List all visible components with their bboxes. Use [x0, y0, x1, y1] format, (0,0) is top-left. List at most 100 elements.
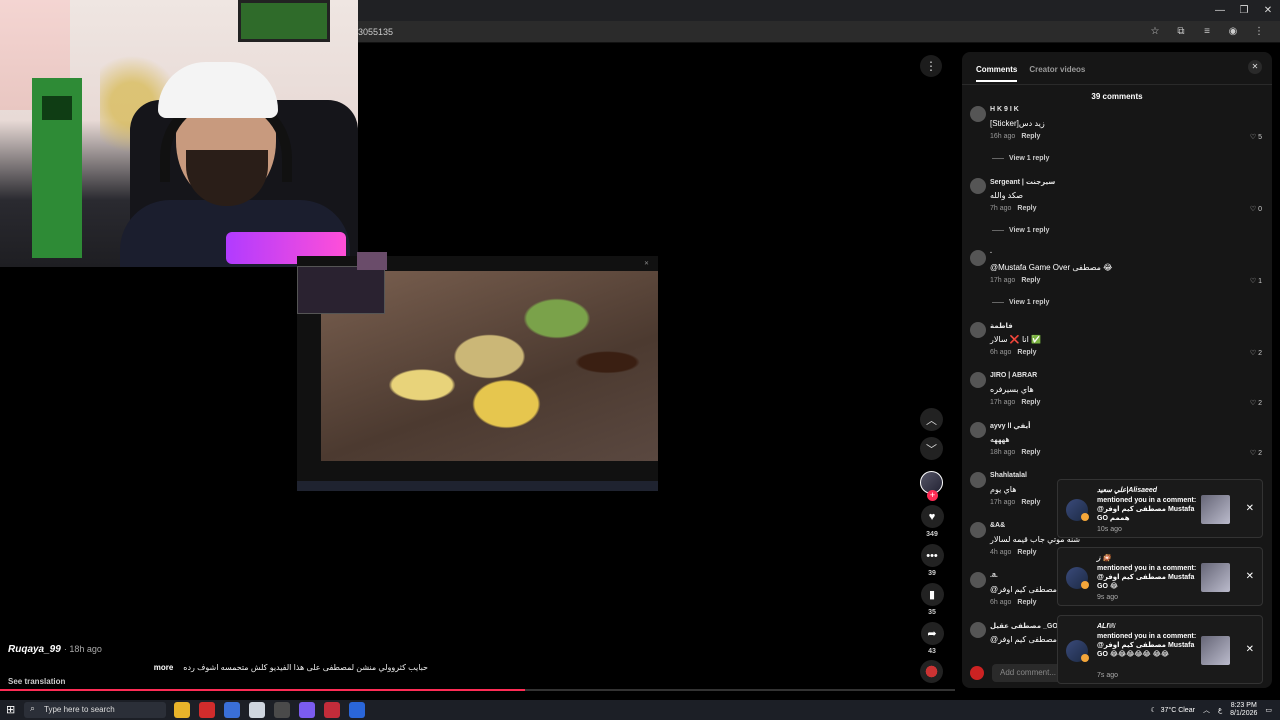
notification-badge-icon: [1081, 653, 1089, 662]
comment-avatar[interactable]: [970, 250, 986, 266]
comments-count-label: 39 comments: [1091, 92, 1143, 101]
view-replies-button[interactable]: View 1 reply: [992, 227, 1049, 234]
reply-button[interactable]: Reply: [1021, 499, 1040, 506]
windows-start-icon[interactable]: ⊞: [6, 703, 20, 717]
comment-avatar[interactable]: [970, 372, 986, 388]
reply-button[interactable]: Reply: [1017, 349, 1036, 356]
mention-notification[interactable]: ALI𝕎 mentioned you in a comment: @مصطفى ك…: [1057, 615, 1263, 684]
reply-button[interactable]: Reply: [1017, 205, 1036, 212]
windows-taskbar: ⊞ ⌕ Type here to search ☾ 37°C Clear ︿ ع…: [0, 700, 1280, 720]
view-replies-button[interactable]: View 1 reply: [992, 299, 1049, 306]
creator-handle[interactable]: Ruqaya_99: [8, 644, 61, 655]
comment-author[interactable]: ayvy ll أيفي: [990, 422, 1031, 430]
comment-avatar[interactable]: [970, 322, 986, 338]
previous-video-button[interactable]: ︿: [920, 408, 943, 431]
like-action[interactable]: ♥ 349: [916, 505, 948, 538]
comment-author[interactable]: مصطفى عقيل _GO: [990, 622, 1058, 630]
music-disc-icon[interactable]: [920, 660, 943, 683]
comment-avatar[interactable]: [970, 472, 986, 488]
close-panel-icon[interactable]: ✕: [1248, 60, 1262, 74]
comment-like-button[interactable]: ♡ 2: [1250, 449, 1262, 457]
video-player[interactable]: ✕: [297, 252, 658, 491]
reply-button[interactable]: Reply: [1017, 599, 1036, 606]
comment-like-count: 1: [1258, 278, 1262, 285]
comment-author[interactable]: &A&: [990, 522, 1005, 529]
comment-author[interactable]: ·: [990, 250, 992, 257]
save-action[interactable]: ▮ 35: [916, 583, 948, 616]
reply-button[interactable]: Reply: [1021, 399, 1040, 406]
mention-notification[interactable]: ز 🎇 mentioned you in a comment: @مصطفى كي…: [1057, 547, 1263, 606]
comment-author[interactable]: فاطمة: [990, 322, 1013, 330]
notification-center-icon[interactable]: ▭: [1265, 706, 1272, 714]
close-window-button[interactable]: ✕: [1256, 0, 1280, 21]
reply-button[interactable]: Reply: [1021, 133, 1040, 140]
more-options-button[interactable]: ⋮: [920, 55, 942, 77]
media-app-icon[interactable]: [324, 702, 340, 718]
weather-widget[interactable]: ☾ 37°C Clear: [1150, 706, 1195, 715]
language-indicator[interactable]: ع: [1218, 706, 1222, 714]
share-action[interactable]: ➦ 43: [916, 622, 948, 655]
mention-notification[interactable]: علي سعيد|Alisaeed mentioned you in a comm…: [1057, 479, 1263, 538]
comment-avatar[interactable]: [970, 572, 986, 588]
comment-author[interactable]: Sergeant | سيرجنت: [990, 178, 1055, 186]
view-replies-button[interactable]: View 1 reply: [992, 155, 1049, 162]
url-text[interactable]: 3055135: [358, 27, 393, 37]
obs-icon[interactable]: [274, 702, 290, 718]
share-arrow-icon[interactable]: ➦: [920, 622, 944, 645]
close-notification-icon[interactable]: ✕: [1246, 571, 1254, 582]
media-icon[interactable]: ≡: [1200, 25, 1214, 39]
notification-badge-icon: [1081, 580, 1089, 589]
bookmark-icon[interactable]: ▮: [920, 583, 944, 606]
chrome-icon[interactable]: [224, 702, 240, 718]
comment-avatar[interactable]: [970, 422, 986, 438]
comment-author[interactable]: .a.: [990, 572, 998, 579]
comment-like-button[interactable]: ♡ 2: [1250, 399, 1262, 407]
comment-like-button[interactable]: ♡ 1: [1250, 277, 1262, 285]
tray-chevron-icon[interactable]: ︿: [1203, 705, 1210, 715]
comment-avatar[interactable]: [970, 522, 986, 538]
comment-like-count: 5: [1258, 134, 1262, 141]
comment-avatar[interactable]: [970, 622, 986, 638]
comment-author[interactable]: H K 9 I K: [990, 106, 1019, 113]
comment-avatar[interactable]: [970, 178, 986, 194]
reply-button[interactable]: Reply: [1021, 277, 1040, 284]
comment-time: 6h ago: [990, 349, 1012, 356]
video-progress-bar[interactable]: [0, 689, 955, 691]
opera-icon[interactable]: [199, 702, 215, 718]
next-video-button[interactable]: ﹀: [920, 437, 943, 460]
clock[interactable]: 8:23 PM 8/1/2026: [1230, 702, 1257, 718]
comment-like-button[interactable]: ♡ 0: [1250, 205, 1262, 213]
taskbar-search-placeholder[interactable]: Type here to search: [44, 705, 115, 714]
tab-creator-videos[interactable]: Creator videos: [1029, 65, 1085, 82]
calculator-icon[interactable]: [249, 702, 265, 718]
reply-button[interactable]: Reply: [1021, 449, 1040, 456]
taskbar-search[interactable]: ⌕ Type here to search: [24, 702, 166, 718]
see-translation-link[interactable]: See translation: [8, 677, 428, 686]
comment-like-button[interactable]: ♡ 2: [1250, 349, 1262, 357]
discord-icon[interactable]: [299, 702, 315, 718]
comment-author[interactable]: JIRO | ABRAR: [990, 372, 1037, 379]
system-tray: ☾ 37°C Clear ︿ ع 8:23 PM 8/1/2026 ▭: [1150, 702, 1272, 718]
menu-icon[interactable]: ⋮: [1252, 25, 1266, 39]
app-icon[interactable]: [349, 702, 365, 718]
comment-avatar[interactable]: [970, 106, 986, 122]
caption-more-link[interactable]: more: [154, 663, 174, 672]
heart-icon[interactable]: ♥: [920, 505, 944, 528]
close-notification-icon[interactable]: ✕: [1246, 644, 1254, 655]
comment-bubble-icon[interactable]: •••: [920, 544, 944, 567]
heart-outline-icon: ♡: [1249, 400, 1259, 407]
comment-text: @مصطفى كيم اوفر l: [990, 585, 1061, 594]
tab-comments[interactable]: Comments: [976, 65, 1018, 82]
restore-button[interactable]: ❐: [1232, 0, 1256, 21]
extensions-icon[interactable]: ⧉: [1174, 25, 1188, 39]
file-explorer-icon[interactable]: [174, 702, 190, 718]
follow-plus-icon[interactable]: +: [927, 490, 938, 501]
star-icon[interactable]: ☆: [1148, 25, 1162, 39]
reply-button[interactable]: Reply: [1017, 549, 1036, 556]
profile-icon[interactable]: ◉: [1226, 25, 1240, 39]
minimize-button[interactable]: —: [1208, 0, 1232, 21]
comment-action[interactable]: ••• 39: [916, 544, 948, 577]
close-notification-icon[interactable]: ✕: [1246, 503, 1254, 514]
comment-author[interactable]: Shahlatalal: [990, 472, 1027, 479]
comment-like-button[interactable]: ♡ 5: [1250, 133, 1262, 141]
